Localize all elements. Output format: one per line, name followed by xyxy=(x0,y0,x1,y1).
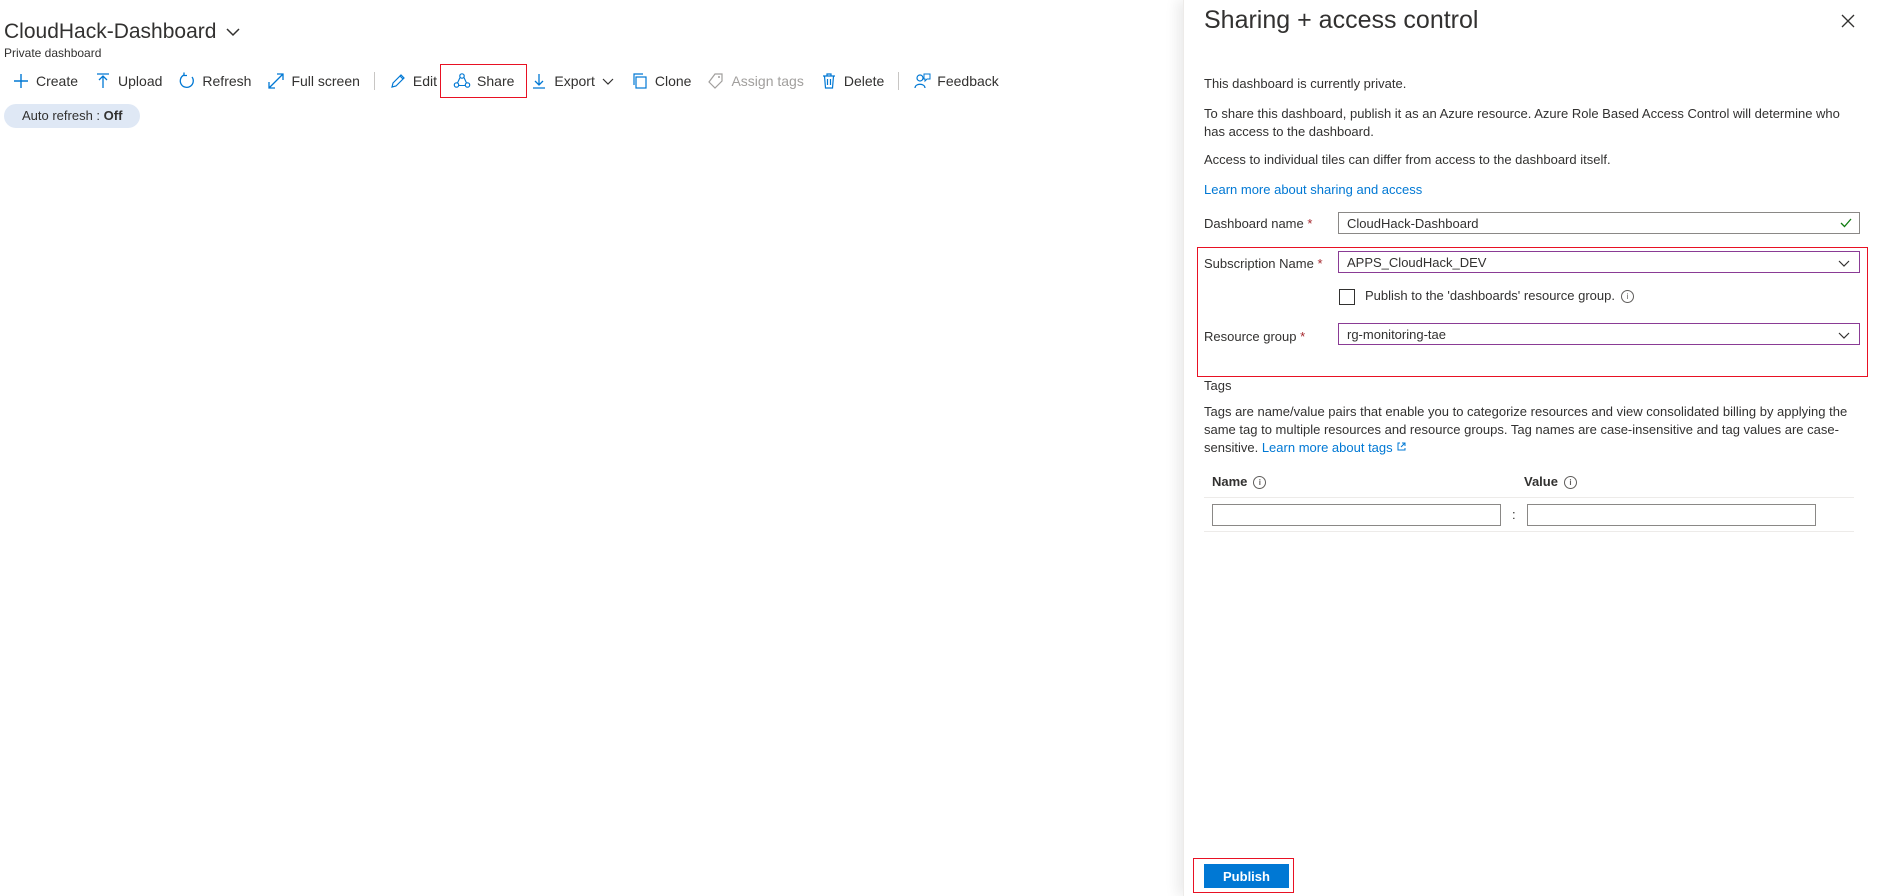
resource-group-value: rg-monitoring-tae xyxy=(1347,327,1446,342)
learn-more-sharing-link[interactable]: Learn more about sharing and access xyxy=(1204,181,1864,199)
share-button[interactable]: Share xyxy=(440,64,528,98)
chevron-down-icon xyxy=(602,78,614,85)
fullscreen-label: Full screen xyxy=(291,73,360,89)
dashboard-name-input[interactable]: CloudHack-Dashboard xyxy=(1338,212,1860,234)
feedback-button[interactable]: Feedback xyxy=(905,69,1006,93)
chevron-down-icon[interactable] xyxy=(224,23,242,41)
tags-description: Tags are name/value pairs that enable yo… xyxy=(1204,404,1848,455)
edit-button[interactable]: Edit xyxy=(381,69,445,93)
subscription-value: APPS_CloudHack_DEV xyxy=(1347,255,1487,270)
chevron-down-icon xyxy=(1838,260,1850,267)
tags-value-header: Value i xyxy=(1524,474,1577,490)
checkmark-icon xyxy=(1840,218,1852,228)
info-icon[interactable]: i xyxy=(1620,290,1634,304)
auto-refresh-value: Off xyxy=(103,108,123,123)
upload-button[interactable]: Upload xyxy=(86,69,170,93)
tags-divider xyxy=(1204,497,1854,498)
dashboard-subtitle: Private dashboard xyxy=(4,46,102,60)
dashboard-toolbar: Create Upload Refresh Full screen Edit S… xyxy=(4,64,1007,98)
feedback-label: Feedback xyxy=(937,73,999,89)
tiles-text: Access to individual tiles can differ fr… xyxy=(1204,152,1611,167)
upload-icon xyxy=(97,73,110,88)
learn-more-tags-link[interactable]: Learn more about tags xyxy=(1262,440,1393,455)
delete-button[interactable]: Delete xyxy=(812,69,892,93)
external-link-icon xyxy=(1397,442,1406,451)
resource-group-label: Resource group * xyxy=(1204,329,1306,344)
tags-heading: Tags xyxy=(1204,378,1232,393)
toolbar-divider xyxy=(373,72,375,90)
delete-label: Delete xyxy=(843,73,885,89)
upload-label: Upload xyxy=(118,73,163,89)
auto-refresh-label: Auto refresh : xyxy=(22,108,104,123)
export-label: Export xyxy=(554,73,595,89)
subscription-label: Subscription Name * xyxy=(1204,256,1323,271)
pencil-icon xyxy=(391,74,405,88)
edit-label: Edit xyxy=(412,73,438,89)
close-icon[interactable] xyxy=(1839,12,1857,30)
info-icon[interactable]: i xyxy=(1563,476,1577,490)
tags-name-header: Name i xyxy=(1212,474,1267,490)
clone-label: Clone xyxy=(654,73,692,89)
dashboard-title-row[interactable]: CloudHack-Dashboard xyxy=(4,20,242,44)
export-button[interactable]: Export xyxy=(522,69,622,93)
toolbar-divider xyxy=(898,72,900,90)
dashboard-name-value: CloudHack-Dashboard xyxy=(1347,216,1479,231)
subscription-select[interactable]: APPS_CloudHack_DEV xyxy=(1338,251,1860,273)
fullscreen-button[interactable]: Full screen xyxy=(259,69,367,93)
dashboard-name-label: Dashboard name * xyxy=(1204,216,1313,231)
dashboard-area: CloudHack-Dashboard Private dashboard Cr… xyxy=(0,0,1183,896)
chevron-down-icon xyxy=(1838,332,1850,339)
auto-refresh-toggle[interactable]: Auto refresh : Off xyxy=(4,104,141,128)
fullscreen-icon xyxy=(268,73,285,89)
share-icon xyxy=(453,73,471,88)
tag-value-input[interactable] xyxy=(1527,504,1816,526)
refresh-button[interactable]: Refresh xyxy=(170,69,259,93)
tags-divider xyxy=(1204,531,1854,532)
resource-group-select[interactable]: rg-monitoring-tae xyxy=(1338,323,1860,345)
info-icon[interactable]: i xyxy=(1253,476,1267,490)
dashboard-title: CloudHack-Dashboard xyxy=(4,20,217,43)
refresh-label: Refresh xyxy=(202,73,252,89)
tag-name-input[interactable] xyxy=(1212,504,1501,526)
tags-separator: : xyxy=(1512,507,1516,522)
plus-icon xyxy=(14,74,28,88)
info-text: To share this dashboard, publish it as a… xyxy=(1204,106,1840,139)
download-icon xyxy=(533,74,546,89)
create-label: Create xyxy=(36,73,79,89)
clone-icon xyxy=(633,73,647,89)
publish-button[interactable]: Publish xyxy=(1204,864,1289,888)
assign-tags-label: Assign tags xyxy=(731,73,804,89)
panel-title: Sharing + access control xyxy=(1204,6,1479,34)
publish-rg-label: Publish to the 'dashboards' resource gro… xyxy=(1365,288,1634,304)
share-label: Share xyxy=(477,73,515,89)
trash-icon xyxy=(822,73,835,89)
status-text: This dashboard is currently private. xyxy=(1204,76,1407,91)
create-button[interactable]: Create xyxy=(4,69,86,93)
clone-button[interactable]: Clone xyxy=(623,69,700,93)
refresh-icon xyxy=(180,72,195,89)
publish-rg-checkbox[interactable] xyxy=(1339,289,1355,305)
tag-icon xyxy=(708,73,724,89)
assign-tags-button[interactable]: Assign tags xyxy=(699,69,811,93)
sharing-panel: Sharing + access control This dashboard … xyxy=(1183,0,1882,896)
feedback-icon xyxy=(914,73,931,89)
